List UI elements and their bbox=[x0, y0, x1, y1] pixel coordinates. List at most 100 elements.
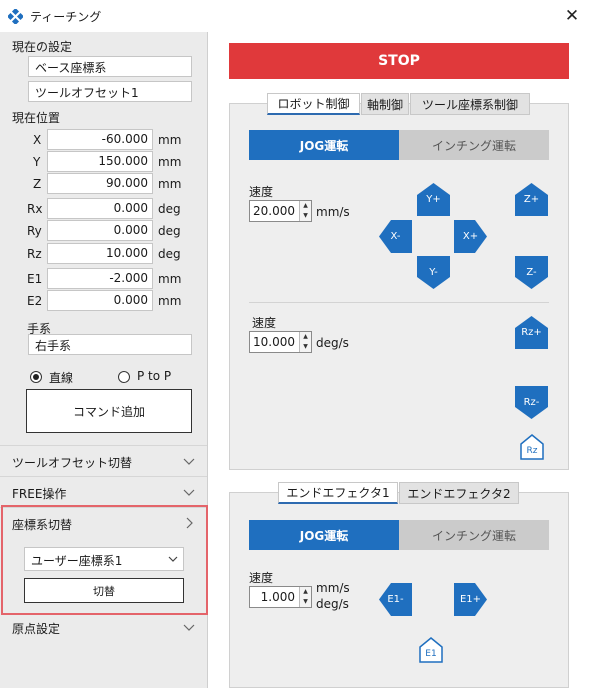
jog-label: Z- bbox=[526, 267, 537, 278]
tab-end-effector-1[interactable]: エンドエフェクタ1 bbox=[278, 482, 398, 504]
position-unit: mm bbox=[158, 294, 182, 308]
position-unit: mm bbox=[158, 177, 182, 191]
jog-label: Z+ bbox=[523, 194, 540, 205]
axis-label: X bbox=[33, 133, 42, 147]
section-label: FREE操作 bbox=[12, 487, 67, 501]
section-label: ツールオフセット切替 bbox=[12, 456, 133, 470]
stepper-up-icon[interactable]: ▲ bbox=[299, 587, 311, 597]
home-label: E1 bbox=[425, 648, 437, 659]
stepper-up-icon[interactable]: ▲ bbox=[299, 332, 311, 342]
position-value: 90.000 bbox=[47, 173, 153, 194]
linear-speed-stepper[interactable]: 20.000 ▲ ▼ bbox=[249, 200, 312, 222]
close-icon[interactable]: ✕ bbox=[565, 6, 579, 26]
position-unit: mm bbox=[158, 155, 182, 169]
jog-y-plus-button[interactable]: Y+ bbox=[416, 182, 451, 217]
jog-z-plus-button[interactable]: Z+ bbox=[514, 182, 549, 217]
stepper-down-icon[interactable]: ▼ bbox=[299, 342, 311, 352]
ee-speed-stepper[interactable]: 1.000 ▲ ▼ bbox=[249, 586, 312, 608]
position-unit: mm bbox=[158, 272, 182, 286]
angular-speed-stepper[interactable]: 10.000 ▲ ▼ bbox=[249, 331, 312, 353]
section-tool-offset-switch[interactable]: ツールオフセット切替 bbox=[0, 445, 207, 475]
position-value: 10.000 bbox=[47, 243, 153, 264]
position-unit: deg bbox=[158, 224, 181, 238]
radio-ptp-label: P to P bbox=[137, 369, 172, 383]
mode-inching[interactable]: インチング運転 bbox=[399, 130, 549, 160]
position-value: 0.000 bbox=[47, 198, 153, 219]
ee-home-button[interactable]: E1 bbox=[419, 637, 443, 663]
stepper-value: 1.000 bbox=[260, 590, 295, 604]
divider bbox=[249, 302, 549, 303]
tab-end-effector-2[interactable]: エンドエフェクタ2 bbox=[399, 482, 519, 504]
stepper-up-icon[interactable]: ▲ bbox=[299, 201, 311, 211]
radio-linear-label: 直線 bbox=[49, 371, 74, 385]
axis-label: Rx bbox=[27, 202, 43, 216]
chevron-down-icon bbox=[183, 458, 195, 465]
coord-system-field: ベース座標系 bbox=[28, 56, 192, 77]
close-button[interactable]: ✕ bbox=[556, 2, 588, 30]
tab-tool-coord-control[interactable]: ツール座標系制御 bbox=[410, 93, 530, 115]
add-command-button[interactable]: コマンド追加 bbox=[26, 389, 192, 433]
jog-label: X+ bbox=[462, 231, 479, 242]
ee-speed-label: 速度 bbox=[249, 571, 274, 585]
chevron-down-icon bbox=[183, 489, 195, 496]
ee-unit-mm: mm/s bbox=[316, 581, 350, 595]
stepper-value: 10.000 bbox=[253, 335, 295, 349]
axis-label: Ry bbox=[27, 224, 42, 238]
section-free-operation[interactable]: FREE操作 bbox=[0, 476, 207, 506]
jog-z-minus-button[interactable]: Z- bbox=[514, 255, 549, 290]
tab-axis-control[interactable]: 軸制御 bbox=[361, 93, 409, 115]
tool-offset-field: ツールオフセット1 bbox=[28, 81, 192, 102]
ee-mode-inching[interactable]: インチング運転 bbox=[399, 520, 549, 550]
mode-jog[interactable]: JOG運転 bbox=[249, 130, 399, 160]
axis-label: Rz bbox=[27, 247, 42, 261]
position-unit: deg bbox=[158, 247, 181, 261]
jog-rz-minus-button[interactable]: Rz- bbox=[514, 385, 549, 420]
highlight-box bbox=[1, 505, 208, 615]
stepper-value: 20.000 bbox=[253, 204, 295, 218]
window-title: ティーチング bbox=[30, 10, 102, 24]
axis-label: E2 bbox=[27, 294, 43, 308]
stepper-down-icon[interactable]: ▼ bbox=[299, 597, 311, 607]
tab-robot-control[interactable]: ロボット制御 bbox=[267, 93, 360, 115]
radio-linear[interactable] bbox=[30, 371, 42, 383]
position-unit: deg bbox=[158, 202, 181, 216]
current-settings-label: 現在の設定 bbox=[12, 40, 73, 54]
radio-ptp[interactable] bbox=[118, 371, 130, 383]
position-value: 150.000 bbox=[47, 151, 153, 172]
jog-label: Y- bbox=[429, 267, 438, 278]
current-position-label: 現在位置 bbox=[12, 111, 61, 125]
app-icon bbox=[8, 9, 23, 24]
jog-label: Y+ bbox=[426, 194, 441, 205]
jog-x-minus-button[interactable]: X- bbox=[378, 219, 413, 254]
jog-y-minus-button[interactable]: Y- bbox=[416, 255, 451, 290]
jog-rz-plus-button[interactable]: Rz+ bbox=[514, 315, 549, 350]
ee-minus-button[interactable]: E1- bbox=[378, 582, 413, 617]
section-origin-setting[interactable]: 原点設定 bbox=[0, 612, 207, 642]
stepper-down-icon[interactable]: ▼ bbox=[299, 211, 311, 221]
position-value: -60.000 bbox=[47, 129, 153, 150]
section-label: 原点設定 bbox=[12, 622, 61, 636]
ee-mode-jog[interactable]: JOG運転 bbox=[249, 520, 399, 550]
position-unit: mm bbox=[158, 133, 182, 147]
axis-label: Z bbox=[33, 177, 42, 191]
jog-label: E1+ bbox=[459, 594, 482, 605]
ee-plus-button[interactable]: E1+ bbox=[453, 582, 488, 617]
home-label: Rz bbox=[526, 445, 538, 456]
axis-label: Y bbox=[33, 155, 41, 169]
linear-speed-unit: mm/s bbox=[316, 205, 350, 219]
position-value: 0.000 bbox=[47, 290, 153, 311]
stop-button[interactable]: STOP bbox=[229, 43, 569, 79]
jog-label: Rz+ bbox=[521, 327, 542, 338]
position-value: -2.000 bbox=[47, 268, 153, 289]
hand-system-field: 右手系 bbox=[28, 334, 192, 355]
jog-x-plus-button[interactable]: X+ bbox=[453, 219, 488, 254]
position-value: 0.000 bbox=[47, 220, 153, 241]
rz-home-button[interactable]: Rz bbox=[520, 434, 544, 460]
jog-label: X- bbox=[390, 231, 401, 242]
jog-label: Rz- bbox=[523, 397, 540, 408]
axis-label: E1 bbox=[27, 272, 43, 286]
speed-label: 速度 bbox=[252, 316, 277, 330]
ee-unit-deg: deg/s bbox=[316, 597, 349, 611]
chevron-down-icon bbox=[183, 624, 195, 631]
speed-label: 速度 bbox=[249, 185, 274, 199]
